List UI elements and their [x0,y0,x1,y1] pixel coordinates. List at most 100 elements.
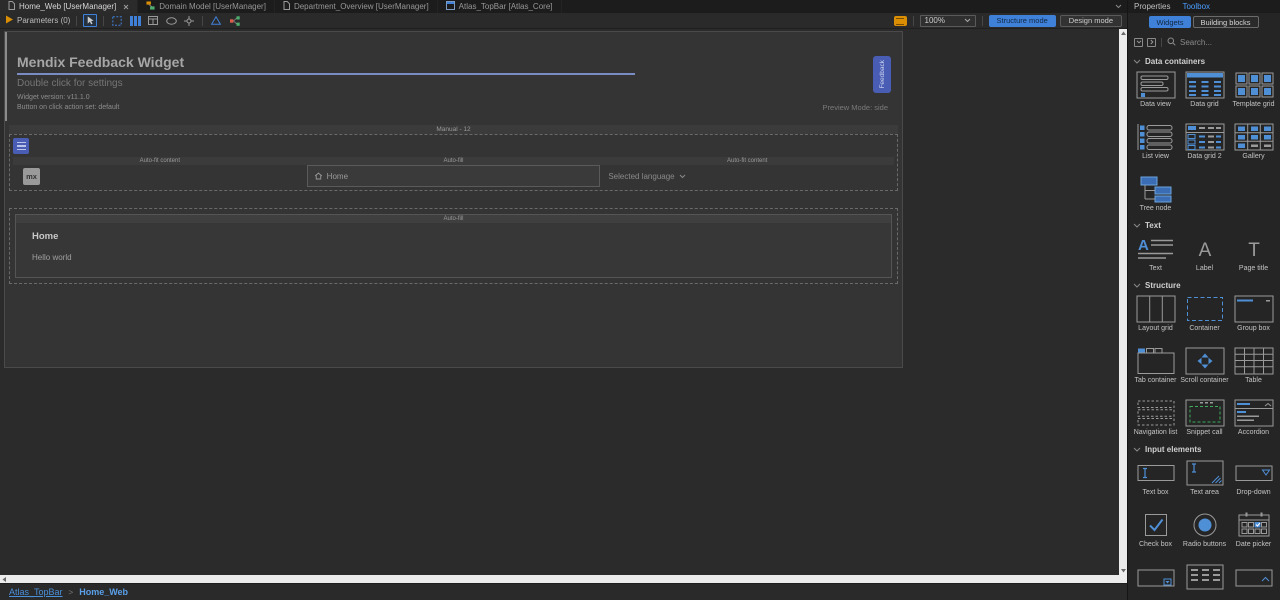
nav-column-language[interactable]: Auto-fit content Selected language [600,157,895,187]
breadcrumb-atlas-topbar[interactable]: Atlas_TopBar [9,587,63,597]
toolbox-item-combo-box[interactable] [1229,563,1278,600]
collapse-all-icon[interactable] [1134,37,1143,47]
toolbox-item-data-grid-2[interactable]: Data grid 2 [1180,123,1229,162]
ellipse-icon[interactable] [164,14,178,27]
content-region[interactable]: Auto-fill Home Hello world [9,208,898,284]
tab-toolbox[interactable]: Toolbox [1182,2,1210,11]
toolbox-item-navigation-list[interactable]: Navigation list [1131,399,1180,438]
layout-grid-row-header[interactable]: Manual - 12 [9,125,898,134]
scroll-container-icon [1185,347,1225,375]
toolbox-item-scroll-container[interactable]: Scroll container [1180,347,1229,386]
toolbar-separator [76,15,78,26]
design-mode-button[interactable]: Design mode [1059,14,1122,27]
navigation-region[interactable]: Auto-fit content mx Auto-fill Home Auto-… [9,134,898,191]
close-icon[interactable] [123,4,129,10]
toolbox-item-container[interactable]: Container [1180,295,1229,334]
toolbox-panel: Properties Toolbox Widgets Building bloc… [1128,0,1280,600]
tab-atlas-topbar[interactable]: Atlas_TopBar [Atlas_Core] [438,0,562,13]
toolbox-item-data-view[interactable]: Data view [1131,71,1180,110]
text-area-icon [1185,459,1225,487]
toolbox-item-template-grid[interactable]: Template grid [1229,71,1278,110]
tab-label: Domain Model [UserManager] [159,2,266,11]
tab-department-overview[interactable]: Department_Overview [UserManager] [275,0,438,13]
scroll-down-icon[interactable] [1119,567,1127,575]
scroll-left-icon[interactable] [2,576,6,582]
category-input-elements[interactable]: Input elements [1133,445,1280,454]
zoom-select[interactable]: 100% [919,14,976,27]
toolbox-item-tab-container[interactable]: Tab container [1131,347,1180,386]
check-box-icon [1136,511,1176,539]
widget-title-underline [17,73,635,75]
toolbox-item-layout-grid[interactable]: Layout grid [1131,295,1180,334]
nav-column-menu[interactable]: Auto-fill Home [306,157,601,187]
language-icon[interactable] [893,15,907,26]
scrollbar-corner [1119,575,1127,583]
toolbox-item-reference-set-selector[interactable] [1180,563,1229,600]
vertical-scrollbar[interactable] [1119,29,1127,575]
nav-column-brand[interactable]: Auto-fit content mx [13,157,307,187]
structure-mode-button[interactable]: Structure mode [988,14,1056,27]
toolbox-categories: Data containers Data view Data grid Temp… [1128,51,1280,600]
toolbox-item-accordion[interactable]: Accordion [1229,399,1278,438]
toolbox-item-table[interactable]: Table [1229,347,1278,386]
select-tool-icon[interactable] [83,14,98,27]
toolbox-item-radio-buttons[interactable]: Radio buttons [1180,511,1229,550]
search-separator [1161,37,1162,47]
widgets-button[interactable]: Widgets [1149,16,1191,28]
toolbox-item-label[interactable]: A Label [1180,235,1229,274]
window-grid-icon[interactable] [146,14,160,27]
horizontal-scrollbar[interactable] [0,575,1119,583]
feedback-button[interactable]: Feedback [873,56,891,93]
category-text[interactable]: Text [1133,221,1280,230]
scroll-up-icon[interactable] [1119,29,1127,37]
category-structure[interactable]: Structure [1133,281,1280,290]
building-blocks-button[interactable]: Building blocks [1192,16,1259,28]
feedback-widget-block[interactable]: Mendix Feedback Widget Double click for … [5,32,902,121]
toolbox-item-tree-node[interactable]: Tree node [1131,175,1180,214]
search-input[interactable] [1180,37,1260,47]
expand-all-icon[interactable] [1147,37,1156,47]
toolbox-item-snippet-call[interactable]: Snippet call [1180,399,1229,438]
toolbar-separator [981,15,983,26]
layout-icon [445,1,455,12]
triangle-icon[interactable] [209,14,223,27]
toolbox-item-data-grid[interactable]: Data grid [1180,71,1229,110]
toolbox-item-page-title[interactable]: T Page title [1229,235,1278,274]
data-view-icon [1136,71,1176,99]
toolbox-item-gallery[interactable]: Gallery [1229,123,1278,162]
dock-icon[interactable] [182,14,196,27]
tab-overflow-chevron-icon[interactable] [1115,0,1122,13]
page-canvas[interactable]: Mendix Feedback Widget Double click for … [0,29,1127,583]
category-data-containers[interactable]: Data containers [1133,57,1280,66]
chevron-down-icon [1133,447,1141,452]
parameters-button[interactable]: Parameters (0) [5,14,70,27]
toolbox-view-switch: Widgets Building blocks [1128,16,1280,28]
toolbox-item-check-box[interactable]: Check box [1131,511,1180,550]
toolbox-item-list-view[interactable]: List view [1131,123,1180,162]
columns-icon[interactable] [128,14,142,27]
menu-button[interactable] [13,138,29,154]
label-icon: A [1185,235,1225,263]
page-body-text[interactable]: Hello world [32,253,891,262]
page-title-text[interactable]: Home [32,231,891,242]
chevron-down-icon [679,174,685,178]
toolbox-item-group-box[interactable]: Group box [1229,295,1278,334]
accordion-icon [1234,399,1274,427]
tab-home-web[interactable]: Home_Web [UserManager] [0,0,139,13]
page-document[interactable]: Mendix Feedback Widget Double click for … [4,31,903,368]
toolbox-item-text-box[interactable]: Text box [1131,459,1180,498]
toolbox-item-text[interactable]: A Text [1131,235,1180,274]
breadcrumb-home-web[interactable]: Home_Web [79,587,128,597]
toolbox-item-date-picker[interactable]: Date picker [1229,511,1278,550]
nav-home-item[interactable]: Home [306,165,601,187]
marquee-select-icon[interactable] [110,14,124,27]
language-selector[interactable]: Selected language [600,165,894,187]
tab-domain-model[interactable]: Domain Model [UserManager] [138,0,275,13]
toolbox-item-drop-down[interactable]: Drop-down [1229,459,1278,498]
toolbox-item-text-area[interactable]: Text area [1180,459,1229,498]
toolbox-item-reference-selector[interactable] [1131,563,1180,600]
mx-logo[interactable]: mx [23,168,40,185]
microflow-icon[interactable] [227,14,241,27]
tab-properties[interactable]: Properties [1134,2,1170,11]
content-placeholder[interactable]: Auto-fill Home Hello world [15,214,892,278]
